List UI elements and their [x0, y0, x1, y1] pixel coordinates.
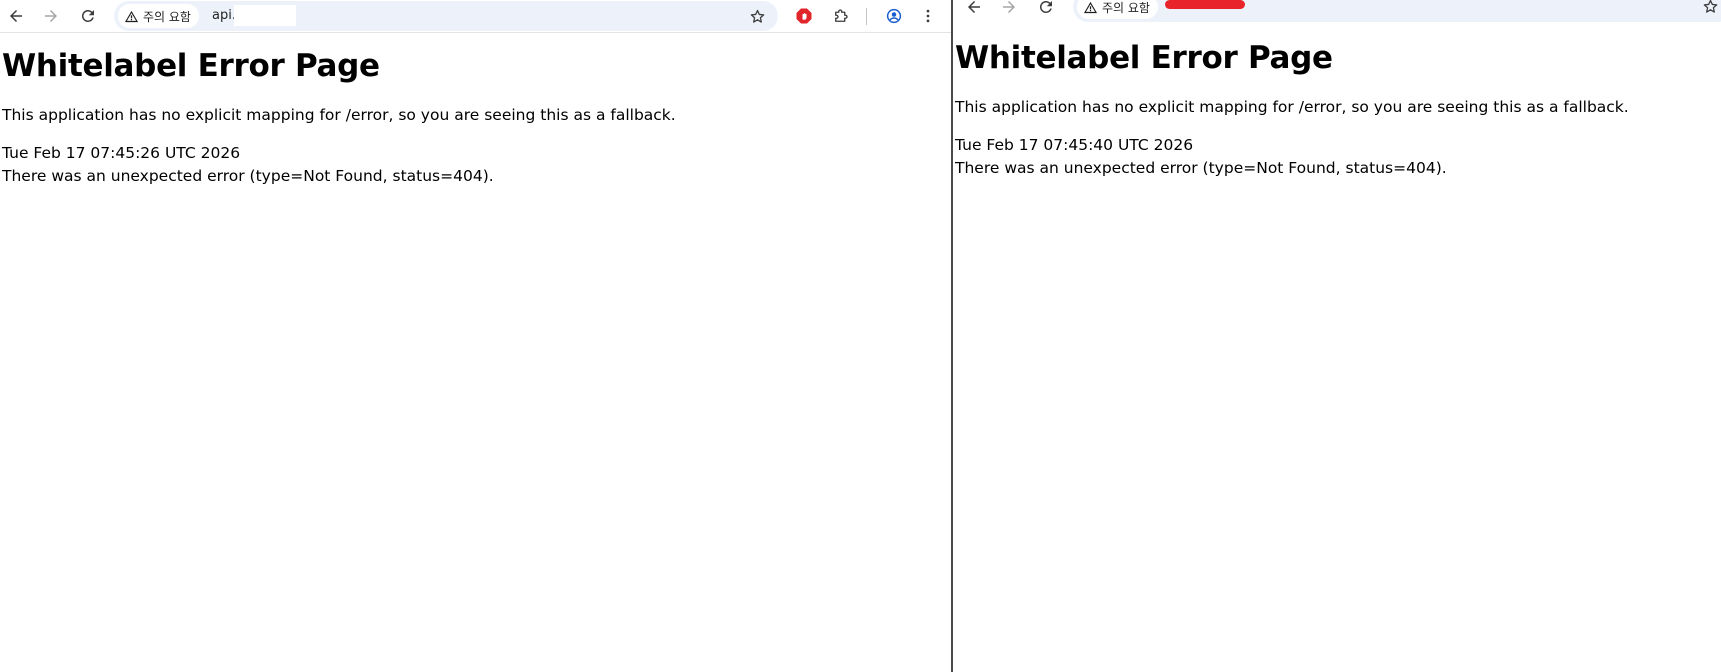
red-hand-stop-icon — [796, 8, 812, 24]
browser-toolbar: 주의 요함 — [953, 0, 1721, 24]
url-redaction — [1165, 0, 1245, 9]
error-page-content: Whitelabel Error Page This application h… — [2, 47, 676, 188]
error-message: There was an unexpected error (type=Not … — [2, 167, 494, 185]
arrow-left-icon — [10, 10, 22, 22]
arrow-right-icon — [1003, 1, 1015, 13]
reload-button[interactable] — [75, 3, 101, 29]
forward-button[interactable] — [38, 3, 64, 29]
adblock-extension-button[interactable] — [792, 4, 816, 28]
menu-button[interactable] — [916, 4, 940, 28]
error-description: This application has no explicit mapping… — [2, 106, 676, 124]
page-title: Whitelabel Error Page — [2, 48, 380, 84]
toolbar-separator — [866, 8, 867, 25]
star-icon — [1703, 0, 1717, 13]
bookmark-star-button[interactable] — [746, 5, 768, 27]
back-button[interactable] — [3, 3, 29, 29]
address-bar[interactable]: 주의 요함 — [1073, 0, 1721, 22]
error-page-content: Whitelabel Error Page This application h… — [955, 39, 1629, 180]
star-icon — [750, 9, 764, 23]
url-redaction — [234, 5, 296, 26]
security-chip-label: 주의 요함 — [143, 9, 191, 24]
left-browser-window: 주의 요함 api. Whitelabel Error Page This ap… — [0, 0, 952, 672]
warning-icon — [1083, 1, 1098, 13]
error-description: This application has no explicit mapping… — [955, 98, 1629, 116]
error-timestamp: Tue Feb 17 07:45:26 UTC 2026 — [2, 144, 241, 162]
forward-button[interactable] — [996, 0, 1022, 20]
error-message: There was an unexpected error (type=Not … — [955, 159, 1447, 177]
right-browser-window: 주의 요함 Whitelabel Error Page This applica… — [953, 0, 1721, 672]
arrow-left-icon — [968, 1, 980, 13]
address-bar[interactable]: 주의 요함 api. — [114, 1, 778, 31]
warning-icon — [124, 10, 139, 22]
puzzle-piece-icon — [835, 9, 848, 22]
extensions-button[interactable] — [829, 4, 853, 28]
page-title: Whitelabel Error Page — [955, 40, 1333, 76]
reload-icon — [1039, 0, 1052, 13]
three-dots-vertical-icon — [926, 9, 930, 23]
site-security-chip[interactable]: 주의 요함 — [1077, 0, 1158, 19]
arrow-right-icon — [45, 10, 57, 22]
reload-button[interactable] — [1033, 0, 1059, 20]
security-chip-label: 주의 요함 — [1102, 0, 1150, 15]
profile-button[interactable] — [882, 4, 906, 28]
url-text[interactable]: api. — [212, 8, 236, 23]
back-button[interactable] — [961, 0, 987, 20]
person-circle-icon — [886, 8, 902, 24]
browser-toolbar: 주의 요함 api. — [0, 0, 952, 33]
reload-icon — [81, 9, 94, 22]
error-timestamp: Tue Feb 17 07:45:40 UTC 2026 — [955, 136, 1194, 154]
site-security-chip[interactable]: 주의 요함 — [118, 4, 199, 28]
bookmark-star-button[interactable] — [1699, 0, 1721, 17]
